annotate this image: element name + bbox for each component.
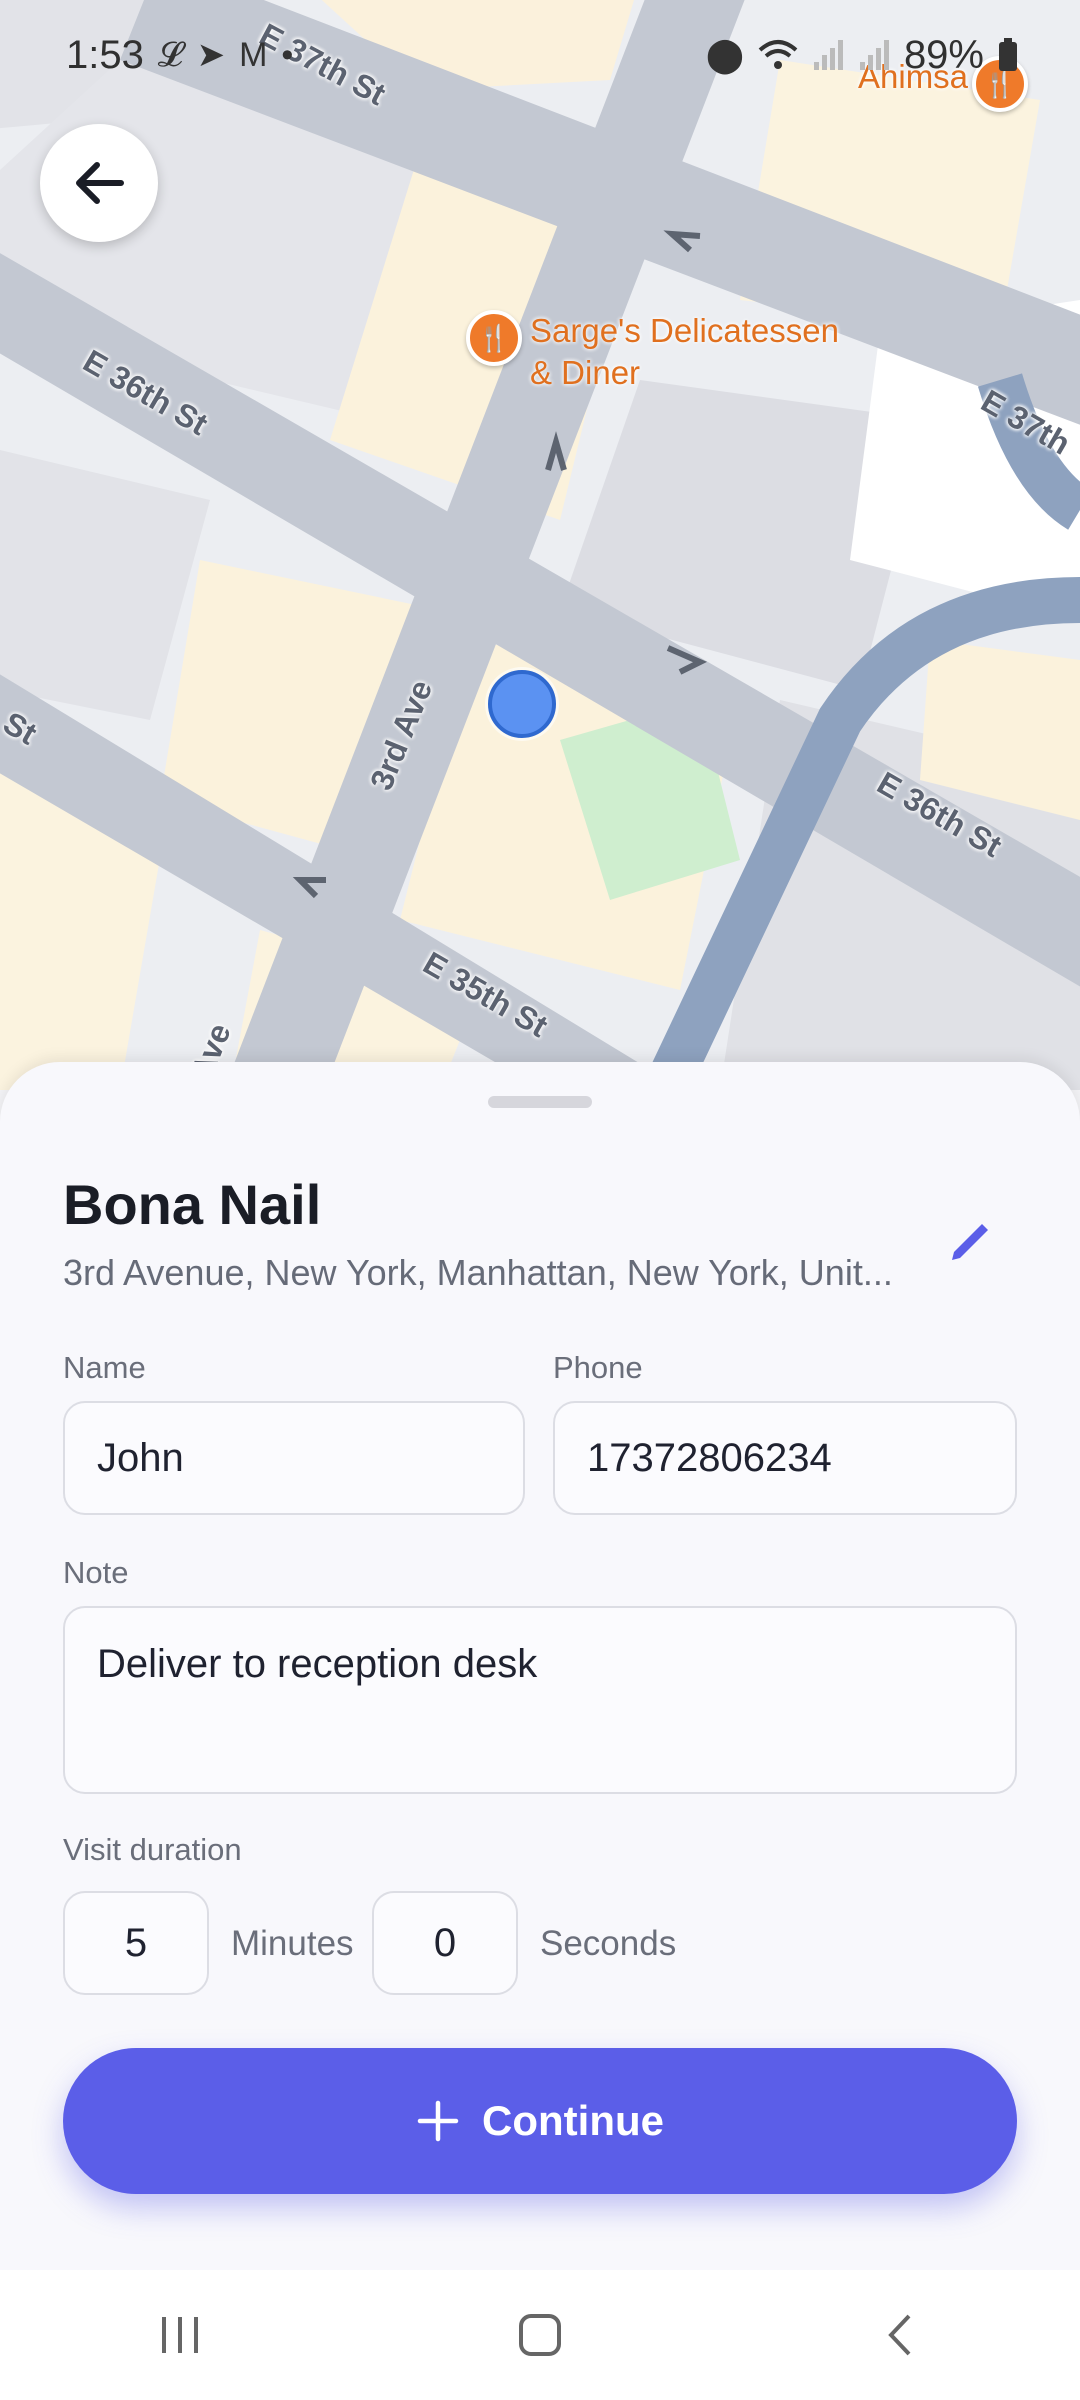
- back-button[interactable]: [40, 124, 158, 242]
- arrow-left-icon: [76, 162, 124, 204]
- name-label: Name: [63, 1350, 146, 1385]
- continue-label: Continue: [482, 2097, 664, 2144]
- dot-icon: •: [281, 35, 294, 74]
- name-field[interactable]: John: [63, 1401, 525, 1515]
- seconds-value: 0: [433, 1920, 457, 1965]
- minutes-field[interactable]: 5: [63, 1891, 209, 1995]
- telegram-icon: ➤: [196, 36, 226, 74]
- chevron-left-icon: [888, 2314, 911, 2356]
- note-field[interactable]: Deliver to reception desk: [63, 1606, 1017, 1794]
- poi-sarges-delicatessen[interactable]: 🍴 Sarge's Delicatessen & Diner: [466, 310, 839, 394]
- location-icon: ⬤: [705, 36, 744, 74]
- note-value: Deliver to reception desk: [97, 1642, 538, 1686]
- map-view[interactable]: E 37th St E 36th St E 37th 3rd Ave E 36t…: [0, 0, 1080, 1090]
- name-value: John: [97, 1435, 184, 1480]
- place-title: Bona Nail: [63, 1173, 322, 1236]
- status-bar: 1:53 𝓛 ➤ M • ⬤ 89%: [0, 0, 1080, 110]
- phone-label: Phone: [553, 1350, 643, 1385]
- battery-icon: [999, 38, 1017, 71]
- system-back-button[interactable]: [840, 2290, 960, 2380]
- clock: 1:53: [66, 32, 144, 77]
- note-label: Note: [63, 1555, 129, 1590]
- signal-icon: [859, 40, 889, 70]
- restaurant-icon: 🍴: [466, 310, 522, 366]
- recent-apps-icon: [162, 2317, 198, 2353]
- phone-value: 17372806234: [587, 1435, 832, 1480]
- seconds-unit-label: Seconds: [540, 1924, 677, 1963]
- poi-label: Sarge's Delicatessen & Diner: [530, 312, 839, 391]
- home-icon: [519, 2314, 561, 2356]
- visit-duration-label: Visit duration: [63, 1832, 242, 1867]
- recent-apps-button[interactable]: [120, 2290, 240, 2380]
- edit-button[interactable]: [930, 1202, 1010, 1282]
- minutes-unit-label: Minutes: [231, 1924, 354, 1963]
- status-left: 1:53 𝓛 ➤ M •: [66, 33, 293, 78]
- battery-percent: 89%: [903, 32, 984, 77]
- map-canvas: [0, 0, 1080, 1090]
- current-location-marker: [488, 670, 556, 738]
- home-button[interactable]: [480, 2290, 600, 2380]
- place-address: 3rd Avenue, New York, Manhattan, New Yor…: [63, 1252, 893, 1293]
- minutes-value: 5: [124, 1920, 148, 1965]
- seconds-field[interactable]: 0: [372, 1891, 518, 1995]
- gmail-icon: M: [239, 35, 268, 74]
- phone-field[interactable]: 17372806234: [553, 1401, 1017, 1515]
- wifi-icon: [758, 40, 798, 69]
- plus-icon: [417, 2100, 459, 2142]
- pencil-icon: [952, 1224, 988, 1260]
- continue-button[interactable]: Continue: [63, 2048, 1017, 2194]
- system-navigation-bar: [0, 2270, 1080, 2400]
- drag-handle[interactable]: [488, 1096, 592, 1108]
- lyft-icon: 𝓛: [157, 35, 183, 74]
- status-right: ⬤ 89%: [706, 33, 1018, 78]
- signal-icon: [813, 40, 843, 70]
